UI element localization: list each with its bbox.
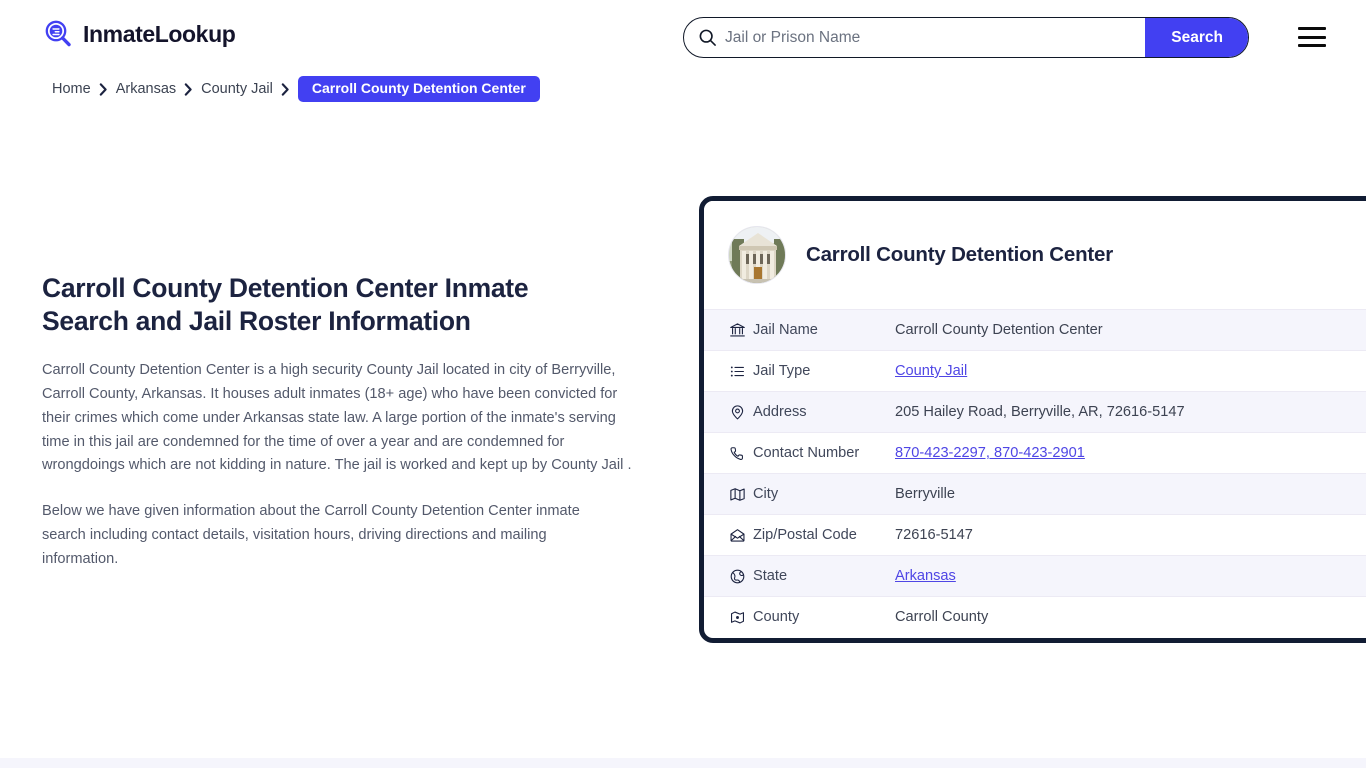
page-bottom-band [0, 758, 1366, 768]
table-row: Jail Type County Jail [704, 350, 1366, 391]
table-row: State Arkansas [704, 555, 1366, 596]
row-label: State [753, 568, 788, 584]
page-title: Carroll County Detention Center Inmate S… [42, 273, 529, 336]
list-icon [729, 363, 753, 380]
row-value: Carroll County Detention Center [895, 322, 1103, 338]
description-paragraph-2: Below we have given information about th… [42, 503, 580, 567]
bank-icon [729, 322, 753, 339]
table-row: Zip/Postal Code 72616-5147 [704, 514, 1366, 555]
brand-name: InmateLookup [83, 20, 236, 47]
contact-number-link[interactable]: 870-423-2297, 870-423-2901 [895, 445, 1085, 461]
jail-info-card: Carroll County Detention Center Jail Nam… [699, 196, 1366, 643]
search-icon [698, 28, 717, 47]
row-label: City [753, 486, 779, 502]
row-value: Carroll County [895, 609, 989, 625]
row-label: Jail Name [753, 322, 818, 338]
hamburger-bar [1298, 27, 1326, 30]
info-card-header: Carroll County Detention Center [704, 201, 1366, 309]
table-row: County Carroll County [704, 596, 1366, 637]
globe-icon [729, 568, 753, 585]
jail-info-table: Jail Name Carroll County Detention Cente… [704, 309, 1366, 637]
breadcrumb-item-current: Carroll County Detention Center [297, 76, 540, 103]
courthouse-photo [728, 226, 786, 284]
table-row: Jail Name Carroll County Detention Cente… [704, 309, 1366, 350]
main-content: Carroll County Detention Center Inmate S… [42, 272, 642, 593]
row-label: Address [753, 404, 807, 420]
map-pin-icon [729, 404, 753, 421]
map-icon [729, 486, 753, 503]
table-row: Address 205 Hailey Road, Berryville, AR,… [704, 391, 1366, 432]
state-link[interactable]: Arkansas [895, 568, 956, 584]
row-value: 72616-5147 [895, 527, 973, 543]
row-label: Jail Type [753, 363, 811, 379]
hamburger-bar [1298, 44, 1326, 47]
brand-logo[interactable]: InmateLookup [42, 18, 236, 50]
phone-icon [729, 445, 753, 462]
row-value: Berryville [895, 486, 956, 502]
table-row: City Berryville [704, 473, 1366, 514]
breadcrumb-item-home[interactable]: Home [52, 81, 91, 97]
row-value: County Jail [895, 363, 967, 379]
row-value: 205 Hailey Road, Berryville, AR, 72616-5… [895, 404, 1185, 420]
row-label: Zip/Postal Code [753, 527, 857, 543]
breadcrumb-item-arkansas[interactable]: Arkansas [116, 81, 176, 97]
envelope-icon [729, 527, 753, 544]
breadcrumb-item-county-jail[interactable]: County Jail [201, 81, 273, 97]
chevron-right-icon [281, 83, 290, 96]
row-value: Arkansas [895, 568, 956, 584]
description-paragraph-1: Carroll County Detention Center is a hig… [42, 362, 632, 474]
breadcrumb: Home Arkansas County Jail Carroll County… [52, 76, 540, 103]
info-card-title: Carroll County Detention Center [806, 243, 1114, 266]
row-value: 870-423-2297, 870-423-2901 [895, 445, 1085, 461]
row-label: County [753, 609, 800, 625]
page-root: InmateLookup Search Home Arkansas [0, 0, 1366, 768]
hamburger-icon[interactable] [1298, 27, 1326, 47]
row-label: Contact Number [753, 445, 860, 461]
jail-type-link[interactable]: County Jail [895, 363, 967, 379]
search-bar[interactable]: Search [683, 17, 1249, 58]
table-row: Contact Number 870-423-2297, 870-423-290… [704, 432, 1366, 473]
chevron-right-icon [184, 83, 193, 96]
magnifier-list-icon [42, 18, 74, 50]
site-header: InmateLookup Search [0, 0, 1366, 74]
search-button[interactable]: Search [1145, 18, 1248, 57]
chevron-right-icon [99, 83, 108, 96]
county-icon [729, 609, 753, 626]
hamburger-bar [1298, 35, 1326, 39]
search-input[interactable] [725, 18, 1146, 57]
